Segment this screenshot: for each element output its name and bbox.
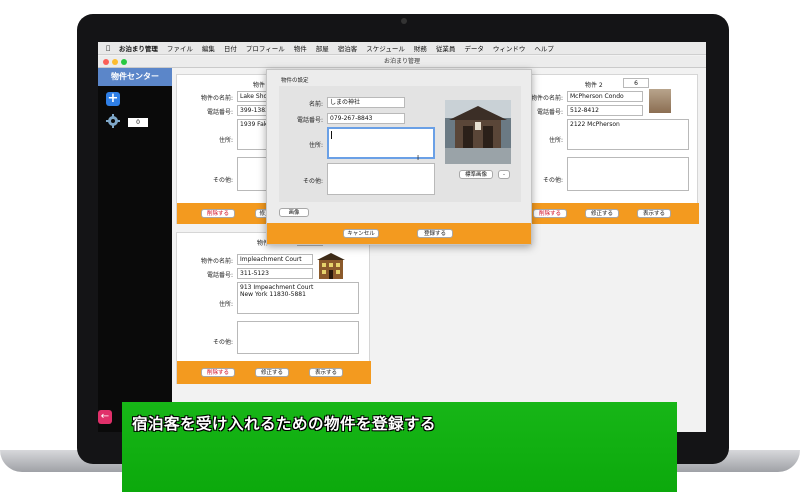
- name-field[interactable]: McPherson Condo: [567, 91, 643, 102]
- property-card-3: 物件 3 0 物件の名前: Impleachment Court 電話番号: 3…: [176, 232, 371, 384]
- menu-schedule[interactable]: スケジュール: [366, 43, 405, 53]
- menu-property[interactable]: 物件: [294, 43, 307, 53]
- condo-photo: [649, 89, 671, 113]
- menu-staff[interactable]: 従業員: [436, 43, 456, 53]
- modal-address-label: 住所:: [308, 142, 323, 149]
- building-icon: [317, 253, 345, 279]
- remove-image-button[interactable]: -: [498, 170, 510, 179]
- other-field[interactable]: [237, 321, 359, 354]
- name-field[interactable]: Impleachment Court: [237, 254, 313, 265]
- menu-profile[interactable]: プロフィール: [246, 43, 285, 53]
- other-label: その他:: [212, 177, 233, 184]
- dialog-title: 物件の設定: [281, 78, 309, 84]
- card-number-label: 物件 2: [585, 82, 603, 89]
- menu-window[interactable]: ウィンドウ: [493, 43, 526, 53]
- edit-button[interactable]: 修正する: [255, 368, 289, 377]
- menubar:  お泊まり管理 ファイル 編集 日付 プロフィール 物件 部屋 宿泊客 スケジ…: [98, 42, 706, 55]
- other-label: その他:: [212, 339, 233, 346]
- name-label: 物件の名前:: [200, 95, 233, 102]
- name-label: 物件の名前:: [530, 95, 563, 102]
- card-action-bar: 削除する 修正する 表示する: [527, 203, 699, 224]
- address-field[interactable]: 2122 McPherson: [567, 119, 689, 150]
- standard-image-button[interactable]: 標準画像: [459, 170, 493, 179]
- card-action-bar: 削除する 修正する 表示する: [177, 361, 371, 384]
- app-screen:  お泊まり管理 ファイル 編集 日付 プロフィール 物件 部屋 宿泊客 スケジ…: [98, 42, 706, 432]
- show-button[interactable]: 表示する: [309, 368, 343, 377]
- menu-help[interactable]: ヘルプ: [534, 43, 554, 53]
- close-window-button[interactable]: [103, 59, 109, 65]
- phone-field[interactable]: 512-8412: [567, 105, 643, 116]
- minimize-window-button[interactable]: [112, 59, 118, 65]
- phone-label: 電話番号:: [536, 109, 563, 116]
- modal-name-label: 名前:: [308, 101, 323, 108]
- edit-button[interactable]: 修正する: [585, 209, 619, 218]
- address-label: 住所:: [218, 137, 233, 144]
- menu-edit[interactable]: 編集: [202, 43, 215, 53]
- sidebar: 物件センター + 0 ←: [98, 68, 172, 432]
- add-property-button[interactable]: +: [106, 92, 120, 106]
- address-field[interactable]: 913 Impeachment Court New York 11830-588…: [237, 282, 359, 314]
- modal-other-label: その他:: [302, 178, 323, 185]
- card-number-field[interactable]: 6: [623, 78, 649, 88]
- caption-text: 宿泊客を受け入れるための物件を登録する: [132, 415, 437, 433]
- zoom-window-button[interactable]: [121, 59, 127, 65]
- window-titlebar: お泊まり管理: [98, 56, 706, 68]
- shrine-photo: [445, 100, 511, 164]
- delete-button[interactable]: 削除する: [201, 209, 235, 218]
- dialog-action-bar: キャンセル 登録する: [267, 223, 531, 244]
- phone-label: 電話番号:: [206, 272, 233, 279]
- menu-date[interactable]: 日付: [224, 43, 237, 53]
- address-label: 住所:: [218, 301, 233, 308]
- cancel-button[interactable]: キャンセル: [343, 229, 379, 238]
- menu-guest[interactable]: 宿泊客: [338, 43, 358, 53]
- other-field[interactable]: [567, 157, 689, 191]
- apple-icon[interactable]: : [106, 44, 110, 52]
- modal-phone-label: 電話番号:: [296, 117, 323, 124]
- address-label: 住所:: [548, 137, 563, 144]
- property-count: 0: [128, 118, 148, 127]
- sidebar-title: 物件センター: [98, 68, 172, 86]
- phone-label: 電話番号:: [206, 109, 233, 116]
- delete-button[interactable]: 削除する: [533, 209, 567, 218]
- ibeam-cursor-icon: I: [417, 154, 420, 162]
- menu-app-name[interactable]: お泊まり管理: [119, 43, 158, 53]
- menu-file[interactable]: ファイル: [167, 43, 193, 53]
- modal-phone-field[interactable]: 079-267-8843: [327, 113, 405, 124]
- gear-icon[interactable]: [106, 114, 120, 128]
- caption-banner: 宿泊客を受け入れるための物件を登録する: [122, 402, 677, 492]
- menu-room[interactable]: 部屋: [316, 43, 329, 53]
- property-settings-dialog: 物件の設定 名前: しまの神社 電話番号: 079-267-8843 住所: I…: [266, 69, 532, 245]
- register-button[interactable]: 登録する: [417, 229, 453, 238]
- delete-button[interactable]: 削除する: [201, 368, 235, 377]
- menu-data[interactable]: データ: [464, 43, 484, 53]
- camera-dot: [401, 18, 407, 24]
- name-label: 物件の名前:: [200, 258, 233, 265]
- phone-field[interactable]: 311-5123: [237, 268, 313, 279]
- menu-finance[interactable]: 財務: [414, 43, 427, 53]
- image-button[interactable]: 画像: [279, 208, 309, 217]
- other-label: その他:: [542, 177, 563, 184]
- modal-name-field[interactable]: しまの神社: [327, 97, 405, 108]
- text-cursor: [331, 131, 332, 139]
- modal-other-field[interactable]: [327, 163, 435, 195]
- window-title: お泊まり管理: [383, 58, 420, 65]
- property-card-2: 物件 2 6 物件の名前: McPherson Condo 電話番号: 512-…: [526, 74, 699, 224]
- show-button[interactable]: 表示する: [637, 209, 671, 218]
- back-arrow-icon[interactable]: ←: [98, 410, 112, 424]
